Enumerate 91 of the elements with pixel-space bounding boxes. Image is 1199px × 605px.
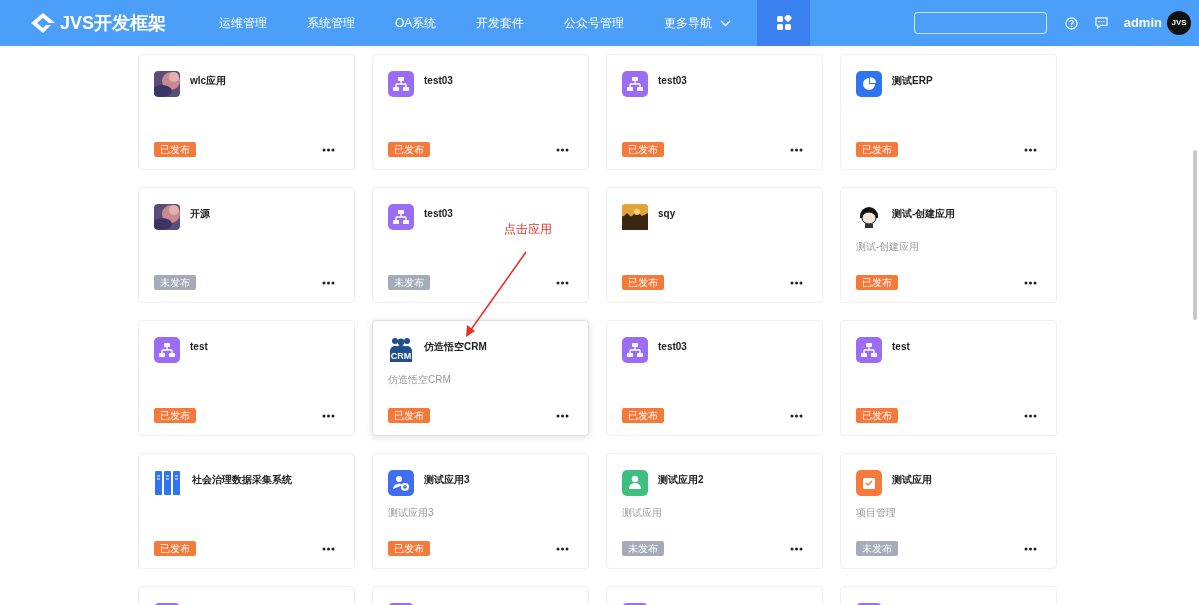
apps-tab[interactable] — [757, 0, 811, 46]
status-badge: 已发布 — [388, 142, 430, 157]
app-name: test — [892, 340, 910, 354]
app-name: test03 — [658, 340, 687, 354]
app-card[interactable]: test03 已发布 — [606, 320, 823, 436]
more-icon[interactable] — [322, 147, 335, 152]
app-description: 测试应用3 — [388, 506, 434, 520]
binders-icon — [154, 470, 182, 496]
app-card[interactable]: 测试-创建应用 测试-创建应用 已发布 — [840, 187, 1057, 303]
app-name: test — [190, 340, 208, 354]
app-card[interactable]: 测试应用 项目管理 未发布 — [840, 453, 1057, 569]
app-name: 开源 — [190, 207, 210, 221]
status-badge: 已发布 — [622, 142, 664, 157]
checklist-icon — [856, 470, 882, 496]
app-card[interactable]: 测试ERP 已发布 — [840, 54, 1057, 170]
app-name: 测试ERP — [892, 74, 933, 88]
status-badge: 已发布 — [622, 275, 664, 290]
hierarchy-icon — [388, 71, 414, 97]
status-badge: 未发布 — [154, 275, 196, 290]
more-icon[interactable] — [790, 413, 803, 418]
app-card[interactable]: CRM 仿造悟空CRM 仿造悟空CRM 已发布 — [372, 320, 589, 436]
app-card[interactable]: sqy 已发布 — [606, 187, 823, 303]
user-avatar[interactable]: JVS — [1167, 11, 1191, 35]
logo-text: JVS开发框架 — [60, 11, 167, 35]
app-card[interactable]: test 已发布 — [138, 320, 355, 436]
more-icon[interactable] — [1024, 280, 1037, 285]
more-icon[interactable] — [556, 280, 569, 285]
person-icon — [622, 470, 648, 496]
status-badge: 已发布 — [856, 408, 898, 423]
more-icon[interactable] — [556, 147, 569, 152]
app-name: test03 — [424, 207, 453, 221]
status-badge: 已发布 — [154, 541, 196, 556]
more-icon[interactable] — [1024, 147, 1037, 152]
app-description: 项目管理 — [856, 506, 896, 520]
hierarchy-icon — [622, 337, 648, 363]
app-name: 社会治理数据采集系统 — [192, 473, 292, 487]
app-name: 测试应用3 — [424, 473, 470, 487]
more-icon[interactable] — [556, 413, 569, 418]
app-card[interactable]: test 已发布 — [840, 320, 1057, 436]
app-card[interactable]: 测试应用2 测试应用 未发布 — [606, 453, 823, 569]
status-badge: 未发布 — [388, 275, 430, 290]
more-icon[interactable] — [322, 413, 335, 418]
app-name: 测试-创建应用 — [892, 207, 956, 221]
app-card[interactable]: test03 已发布 — [606, 54, 823, 170]
status-badge: 已发布 — [154, 408, 196, 423]
crm-logo: CRM — [388, 337, 414, 363]
app-description: 仿造悟空CRM — [388, 373, 451, 387]
app-name: test03 — [658, 74, 687, 88]
app-card[interactable]: test03 已发布 — [372, 54, 589, 170]
message-icon[interactable] — [1094, 17, 1108, 29]
more-icon[interactable] — [790, 546, 803, 551]
pie-chart-icon — [856, 71, 882, 97]
status-badge: 已发布 — [388, 541, 430, 556]
search-field[interactable] — [913, 12, 1047, 34]
app-name: 仿造悟空CRM — [424, 340, 487, 354]
more-icon[interactable] — [1024, 413, 1037, 418]
more-icon[interactable] — [556, 546, 569, 551]
app-card[interactable]: 开源 未发布 — [138, 187, 355, 303]
app-name: 测试应用2 — [658, 473, 704, 487]
chevron-down-icon — [720, 19, 732, 27]
more-icon[interactable] — [1024, 546, 1037, 551]
app-name: 测试应用 — [892, 473, 932, 487]
status-badge: 已发布 — [388, 408, 430, 423]
app-card[interactable]: 测试应用3 测试应用3 已发布 — [372, 453, 589, 569]
status-badge: 已发布 — [856, 142, 898, 157]
hierarchy-icon — [388, 204, 414, 230]
status-badge: 已发布 — [154, 142, 196, 157]
help-icon[interactable] — [1064, 16, 1078, 30]
annotation-text: 点击应用 — [504, 221, 552, 238]
more-icon[interactable] — [322, 546, 335, 551]
hierarchy-icon — [622, 71, 648, 97]
app-card[interactable]: wlc应用 已发布 — [138, 54, 355, 170]
more-icon[interactable] — [322, 280, 335, 285]
user-add-icon — [388, 470, 414, 496]
app-name: wlc应用 — [190, 74, 227, 88]
app-description: 测试-创建应用 — [856, 240, 920, 254]
logo-icon — [30, 12, 56, 34]
app-description: 测试应用 — [622, 506, 662, 520]
app-card[interactable]: 社会治理数据采集系统 已发布 — [138, 453, 355, 569]
scrollbar[interactable] — [1193, 150, 1197, 320]
hierarchy-icon — [856, 337, 882, 363]
more-icon[interactable] — [790, 280, 803, 285]
app-name: test03 — [424, 74, 453, 88]
status-badge: 未发布 — [856, 541, 898, 556]
app-name: sqy — [658, 207, 676, 221]
status-badge: 未发布 — [622, 541, 664, 556]
status-badge: 已发布 — [856, 275, 898, 290]
hierarchy-icon — [154, 337, 180, 363]
apps-icon — [775, 15, 792, 31]
status-badge: 已发布 — [622, 408, 664, 423]
more-icon[interactable] — [790, 147, 803, 152]
